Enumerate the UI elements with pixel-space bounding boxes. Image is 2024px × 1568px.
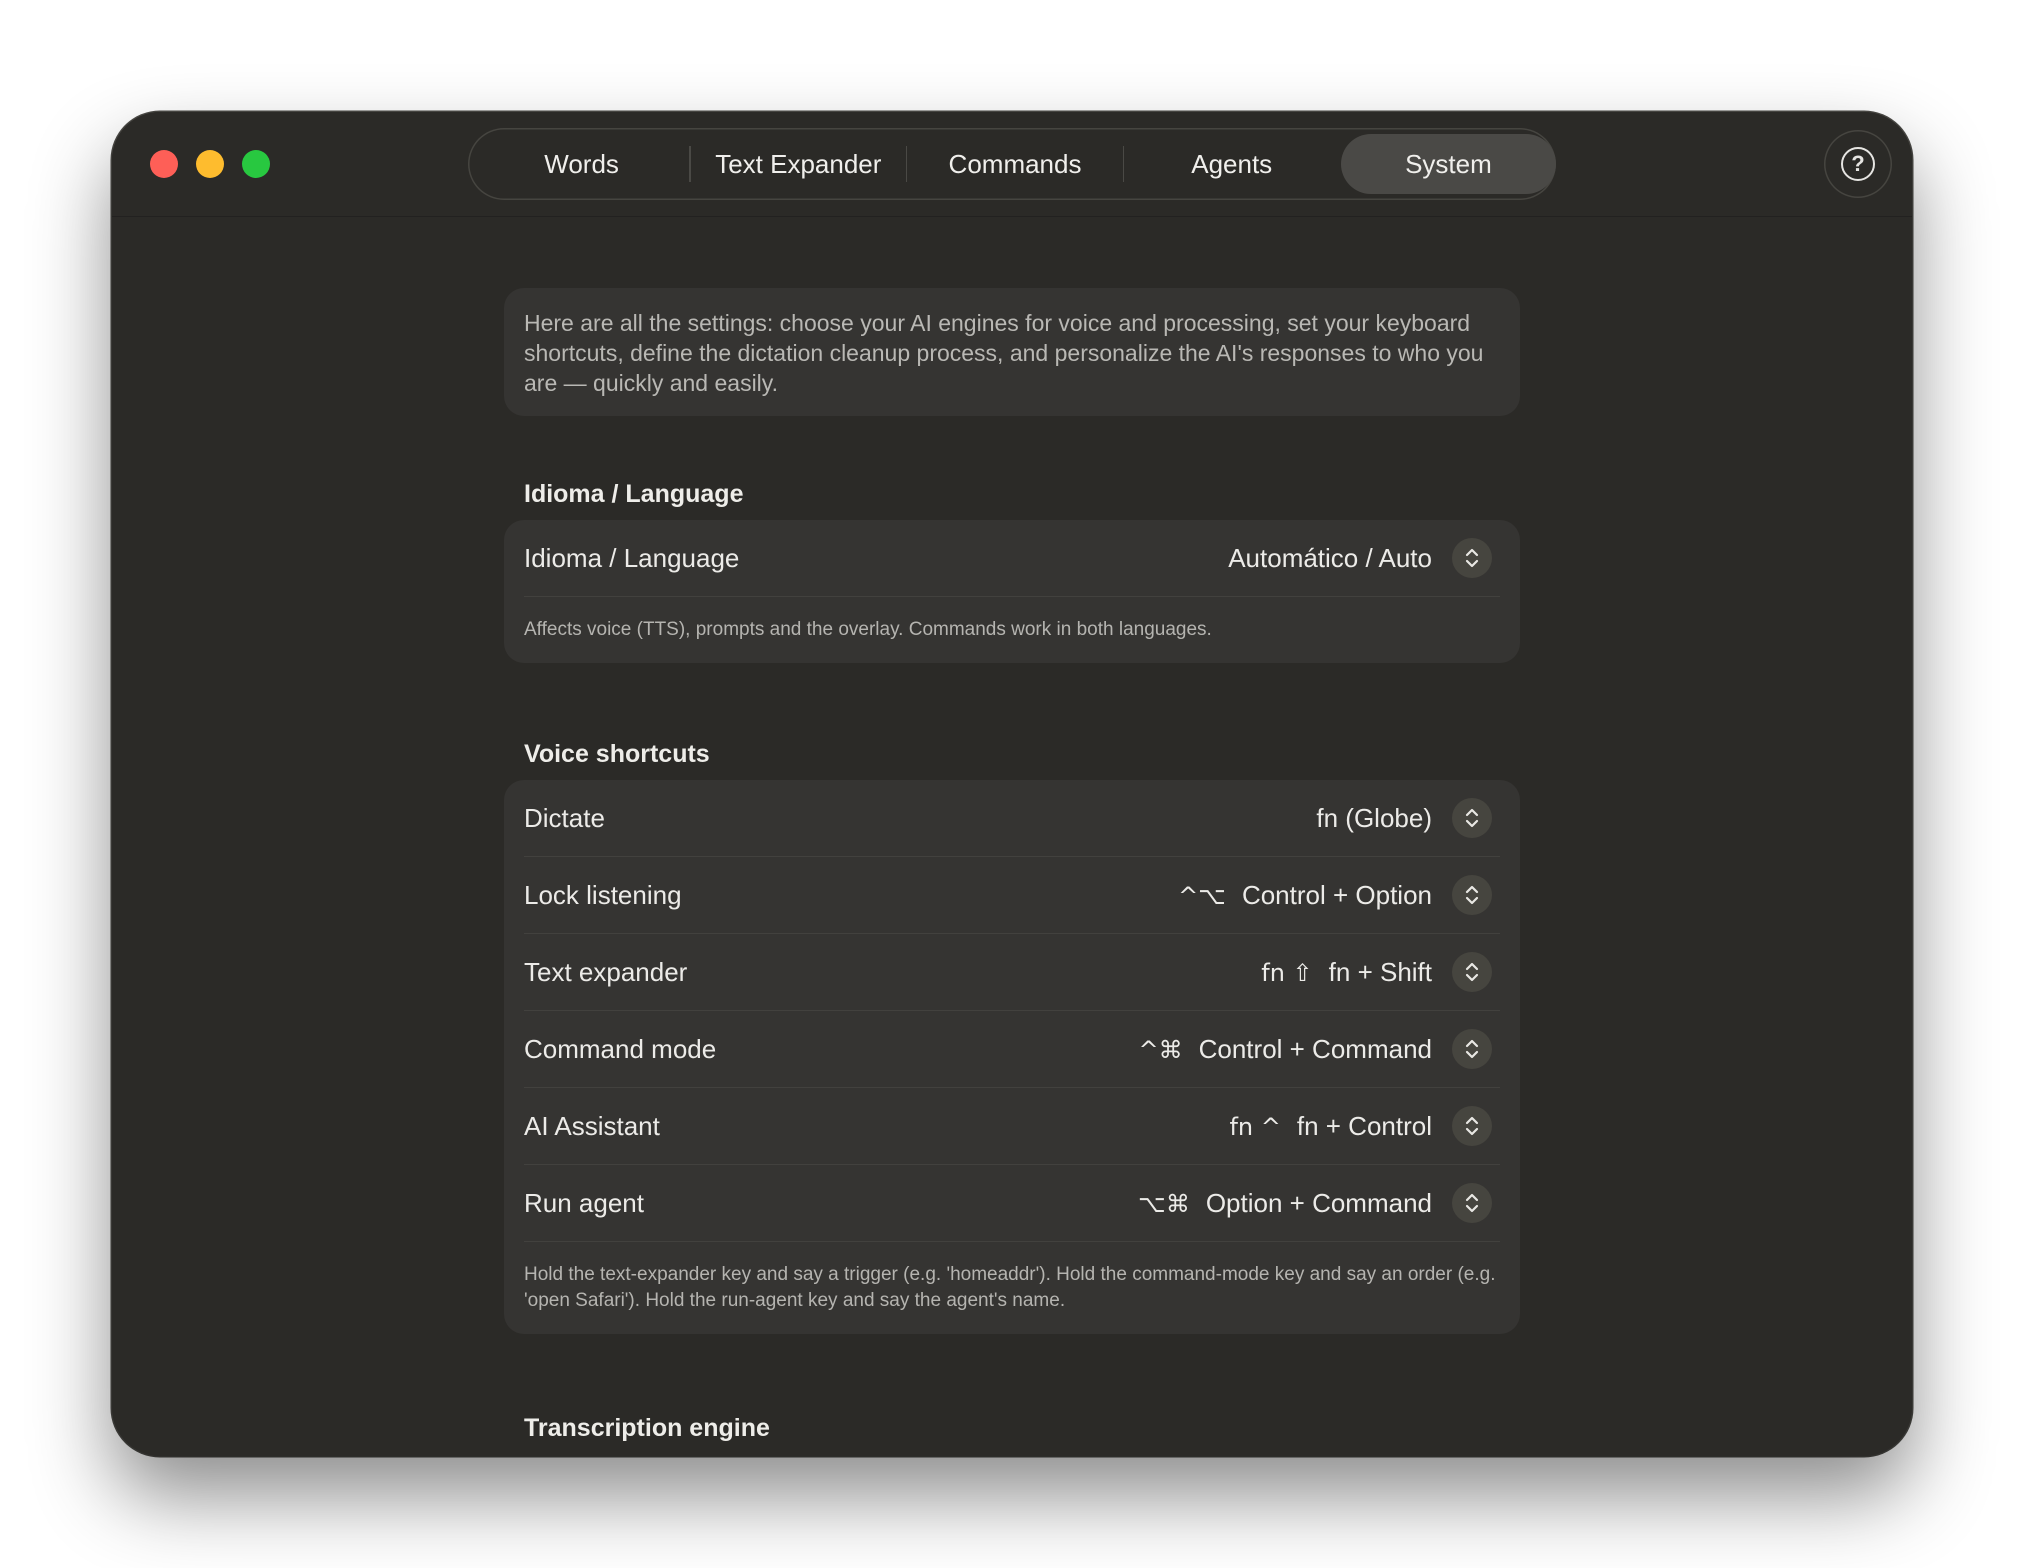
intro-card: Here are all the settings: choose your A… (504, 288, 1520, 416)
shortcut-label: Run agent (524, 1188, 644, 1218)
close-window-button[interactable] (150, 150, 178, 178)
shortcut-stepper[interactable] (1452, 952, 1492, 992)
voice-shortcuts-note: Hold the text-expander key and say a tri… (524, 1264, 1496, 1311)
language-section-title: Idioma / Language (524, 480, 744, 508)
shortcut-row[interactable]: Command mode ^⌘ Control + Command (524, 1011, 1500, 1088)
shortcut-value-text: Option + Command (1205, 1188, 1432, 1218)
app-window: Words Text Expander Commands Agents Syst… (112, 112, 1912, 1456)
shortcut-row[interactable]: AI Assistant fn ^ fn + Control (524, 1088, 1500, 1165)
tab-bar: Words Text Expander Commands Agents Syst… (468, 128, 1557, 200)
minimize-window-button[interactable] (196, 150, 224, 178)
tab-system[interactable]: System (1340, 134, 1557, 194)
language-row[interactable]: Idioma / Language Automático / Auto (524, 520, 1500, 597)
shortcut-row[interactable]: Dictate fn (Globe) (524, 780, 1500, 857)
shortcut-stepper[interactable] (1452, 1183, 1492, 1223)
shortcut-value-text: fn + Control (1296, 1111, 1432, 1141)
tab-text-expander[interactable]: Text Expander (691, 134, 906, 194)
help-icon: ? (1841, 147, 1875, 181)
shortcut-value: ⌥⌘ Option + Command (1138, 1165, 1432, 1242)
shortcut-label: Dictate (524, 803, 605, 833)
key-symbols: ⌥⌘ (1138, 1190, 1190, 1218)
tab-agents[interactable]: Agents (1124, 134, 1339, 194)
shortcut-value: fn (Globe) (1316, 780, 1432, 856)
shortcut-value: fn ^ fn + Control (1229, 1088, 1432, 1165)
shortcut-value: ^⌥ Control + Option (1178, 857, 1432, 934)
shortcut-label: Command mode (524, 1034, 717, 1064)
shortcut-value: ^⌘ Control + Command (1139, 1011, 1433, 1088)
shortcut-value-text: Control + Option (1241, 880, 1432, 910)
chevron-up-down-icon (1465, 962, 1479, 982)
tab-words[interactable]: Words (474, 134, 689, 194)
shortcut-stepper[interactable] (1452, 1106, 1492, 1146)
chevron-up-down-icon (1465, 1116, 1479, 1136)
shortcut-label: Text expander (524, 957, 688, 987)
shortcut-stepper[interactable] (1452, 1029, 1492, 1069)
chevron-up-down-icon (1465, 808, 1479, 828)
language-card: Idioma / Language Automático / Auto Affe… (504, 520, 1520, 663)
language-note: Affects voice (TTS), prompts and the ove… (524, 619, 1212, 640)
help-button[interactable]: ? (1824, 130, 1892, 198)
transcription-section-title: Transcription engine (524, 1414, 770, 1442)
chevron-up-down-icon (1465, 885, 1479, 905)
intro-text: Here are all the settings: choose your A… (524, 310, 1484, 396)
zoom-window-button[interactable] (242, 150, 270, 178)
key-symbols: ^⌥ (1178, 882, 1226, 910)
language-stepper[interactable] (1452, 538, 1492, 578)
title-bar: Words Text Expander Commands Agents Syst… (112, 112, 1912, 217)
shortcut-value: fn ⇧ fn + Shift (1261, 934, 1432, 1011)
shortcut-value-text: Control + Command (1198, 1034, 1432, 1064)
shortcut-row[interactable]: Run agent ⌥⌘ Option + Command (524, 1165, 1500, 1242)
language-row-label: Idioma / Language (524, 543, 740, 573)
shortcut-stepper[interactable] (1452, 798, 1492, 838)
chevron-up-down-icon (1465, 1193, 1479, 1213)
shortcut-label: AI Assistant (524, 1111, 660, 1141)
shortcut-value-text: fn + Shift (1328, 957, 1432, 987)
shortcut-row[interactable]: Text expander fn ⇧ fn + Shift (524, 934, 1500, 1011)
chevron-up-down-icon (1465, 548, 1479, 568)
shortcut-row[interactable]: Lock listening ^⌥ Control + Option (524, 857, 1500, 934)
chevron-up-down-icon (1465, 1039, 1479, 1059)
tab-commands[interactable]: Commands (907, 134, 1122, 194)
key-symbols: ^⌘ (1138, 1036, 1183, 1064)
shortcut-rows: Dictate fn (Globe) Lock listening ^⌥ Control… (504, 780, 1520, 1242)
key-symbols: fn ⇧ (1261, 959, 1313, 987)
voice-shortcuts-section-title: Voice shortcuts (524, 740, 710, 768)
shortcut-stepper[interactable] (1452, 875, 1492, 915)
voice-shortcuts-card: Dictate fn (Globe) Lock listening ^⌥ Control… (504, 780, 1520, 1334)
key-symbols: fn ^ (1229, 1113, 1281, 1141)
shortcut-value-text: fn (Globe) (1316, 803, 1432, 833)
shortcut-label: Lock listening (524, 880, 682, 910)
language-value: Automático / Auto (1228, 543, 1432, 573)
